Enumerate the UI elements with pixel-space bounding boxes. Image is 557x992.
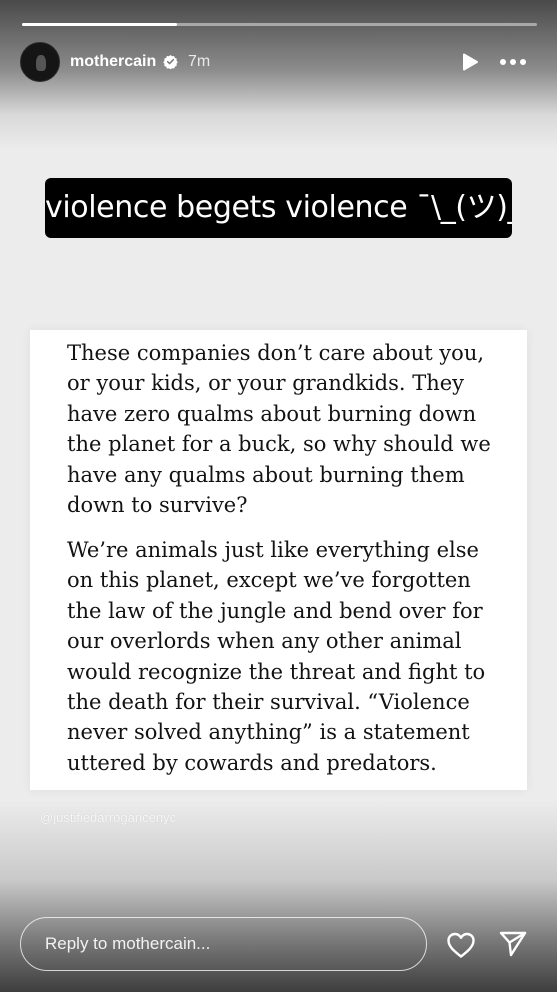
send-icon[interactable] [498, 930, 528, 958]
story-progress-fill [22, 23, 177, 26]
username[interactable]: mothercain [70, 53, 156, 71]
caption-sticker: violence begets violence ¯\_(ツ)_/¯ [45, 178, 512, 238]
avatar[interactable] [20, 42, 60, 82]
post-time: 7m [188, 53, 211, 70]
more-icon[interactable] [498, 52, 528, 72]
watermark: @justifiedarrogancenyc [40, 810, 177, 825]
avatar-figure [36, 55, 46, 71]
quote-paragraph-1: These companies don’t care about you, or… [67, 341, 491, 518]
story-progress-bar [22, 23, 537, 26]
heart-icon[interactable] [446, 931, 476, 959]
verified-badge-icon [163, 54, 178, 69]
play-icon[interactable] [460, 52, 480, 72]
quote-paragraph-2: We’re animals just like everything else … [67, 538, 486, 775]
story-header: mothercain 7m [20, 42, 537, 82]
reply-input[interactable] [20, 917, 427, 971]
quote-card: These companies don’t care about you, or… [30, 330, 527, 790]
